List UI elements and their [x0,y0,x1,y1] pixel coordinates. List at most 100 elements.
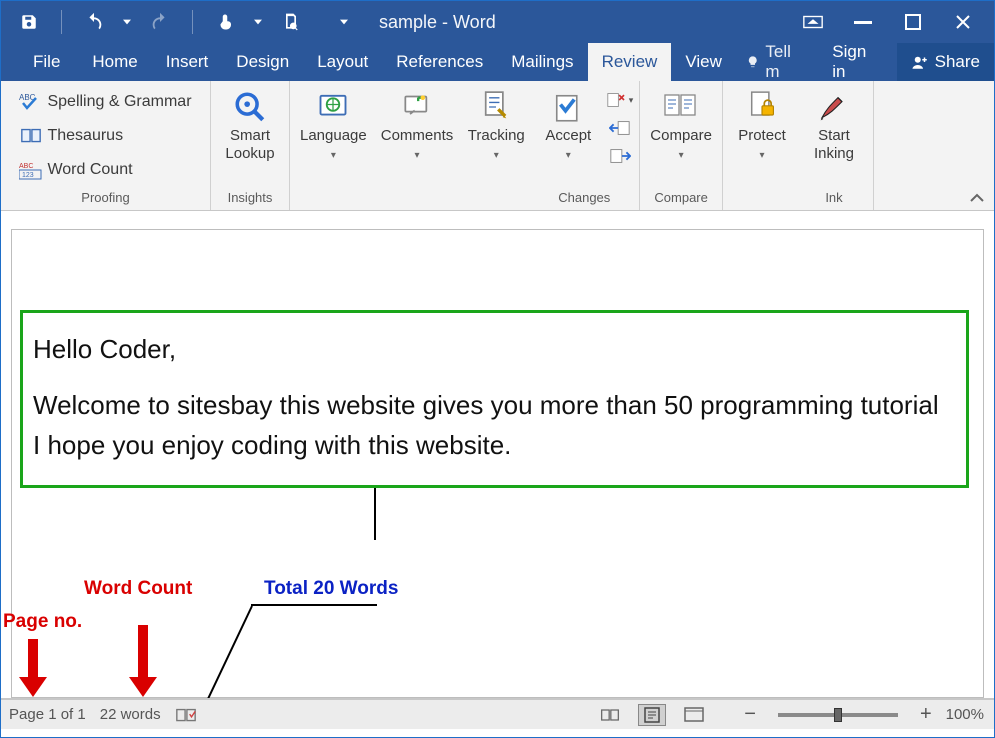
doc-text-line-2[interactable]: Welcome to sitesbay this website gives y… [33,385,952,465]
protect-button[interactable]: Protect ▾ [729,85,795,165]
chevron-up-icon [970,193,984,203]
print-layout-button[interactable] [638,704,666,726]
zoom-slider-thumb[interactable] [834,708,842,722]
sign-in-button[interactable]: Sign in [818,43,896,81]
next-icon [609,147,631,165]
print-preview-button[interactable] [269,3,313,41]
save-button[interactable] [7,3,51,41]
lightbulb-icon [746,53,760,71]
accept-label: Accept [545,127,591,145]
chevron-down-icon [340,18,348,26]
group-label-protect [729,188,795,208]
doc-text-line-1[interactable]: Hello Coder, [33,329,952,369]
ribbon-display-options[interactable] [788,3,838,41]
group-tracking: Tracking ▾ [457,81,529,210]
accept-button[interactable]: Accept ▾ [535,85,601,165]
tab-file[interactable]: File [19,43,78,81]
web-layout-button[interactable] [680,704,708,726]
group-compare: Compare ▾ Compare [640,81,723,210]
svg-text:ABC: ABC [19,163,33,170]
zoom-out-button[interactable]: − [744,703,756,726]
read-mode-button[interactable] [596,704,624,726]
group-label-compare: Compare [646,188,716,208]
comments-button[interactable]: Comments ▾ [377,85,458,165]
touch-mode-button[interactable] [203,3,247,41]
close-button[interactable] [938,3,988,41]
tell-me-label: Tell m [765,42,808,82]
ribbon-options-icon [802,14,824,30]
zoom-percent-text: 100% [946,706,984,723]
previous-icon [609,119,631,137]
minimize-button[interactable] [838,3,888,41]
word-count-icon: ABC 123 [19,160,43,180]
reject-icon [607,90,626,110]
tab-mailings[interactable]: Mailings [497,43,587,81]
tell-me-search[interactable]: Tell m [736,43,818,81]
ribbon-tabs: File Home Insert Design Layout Reference… [1,43,994,81]
tab-references[interactable]: References [382,43,497,81]
quick-access-toolbar [7,3,349,41]
compare-button[interactable]: Compare ▾ [646,85,716,165]
tab-design[interactable]: Design [222,43,303,81]
language-button[interactable]: Language ▾ [296,85,371,165]
comments-label: Comments [381,127,454,145]
smart-lookup-button[interactable]: Smart Lookup [217,85,283,163]
maximize-button[interactable] [888,3,938,41]
next-change-button[interactable] [607,143,633,169]
zoom-slider[interactable] [778,713,898,717]
sb-proofing[interactable] [175,706,197,724]
tab-insert[interactable]: Insert [152,43,223,81]
search-icon [233,90,267,124]
svg-text:123: 123 [22,172,34,179]
qat-customize[interactable] [339,18,349,26]
chevron-down-icon [123,18,131,26]
previous-change-button[interactable] [607,115,633,141]
share-button[interactable]: Share [897,43,994,81]
chevron-down-icon [254,18,262,26]
title-bar: sample - Word [1,1,994,43]
document-canvas: Hello Coder, Welcome to sitesbay this we… [1,211,994,699]
sb-word-count-text: 22 words [100,706,161,723]
check-abc-icon: ABC [19,91,43,113]
arrow-page-no [19,639,47,697]
undo-dropdown[interactable] [122,18,132,26]
group-label-ink: Ink [801,188,867,208]
group-label-tracking [463,188,529,208]
redo-icon [149,11,171,33]
touch-mode-dropdown[interactable] [253,18,263,26]
book-icon [20,127,42,145]
tab-home[interactable]: Home [78,43,151,81]
window-title: sample - Word [379,12,496,33]
book-proof-icon [175,706,197,724]
word-count-button[interactable]: ABC123 Word Count [17,155,134,185]
tracking-label: Tracking [468,127,525,145]
group-ink: Start Inking Ink [795,81,874,210]
start-inking-button[interactable]: Start Inking [801,85,867,163]
sb-page-count[interactable]: Page 1 of 1 [9,706,86,723]
annot-page-no-label: Page no. [3,611,82,633]
redo-button[interactable] [138,3,182,41]
zoom-percent[interactable]: 100% [946,706,984,723]
sb-page-count-text: Page 1 of 1 [9,706,86,723]
group-proofing: ABC Spelling & Grammar Thesaurus ABC123 … [1,81,211,210]
group-label-language [296,188,371,208]
start-inking-label: Start Inking [814,127,854,163]
tab-view[interactable]: View [671,43,736,81]
tab-layout[interactable]: Layout [303,43,382,81]
spelling-grammar-button[interactable]: ABC Spelling & Grammar [17,87,193,117]
group-label-comments [377,188,458,208]
read-mode-icon [600,707,620,723]
minimize-icon [854,13,872,31]
group-language: Language ▾ [290,81,371,210]
tab-review[interactable]: Review [588,43,672,81]
thesaurus-button[interactable]: Thesaurus [17,121,125,151]
maximize-icon [905,14,921,30]
undo-button[interactable] [72,3,116,41]
accept-check-icon [553,92,583,122]
reject-button[interactable]: ▾ [607,87,633,113]
sb-word-count[interactable]: 22 words [100,706,161,723]
collapse-ribbon-button[interactable] [970,190,984,206]
compare-label: Compare [650,127,712,145]
zoom-in-button[interactable]: + [920,703,932,726]
tracking-button[interactable]: Tracking ▾ [463,85,529,165]
